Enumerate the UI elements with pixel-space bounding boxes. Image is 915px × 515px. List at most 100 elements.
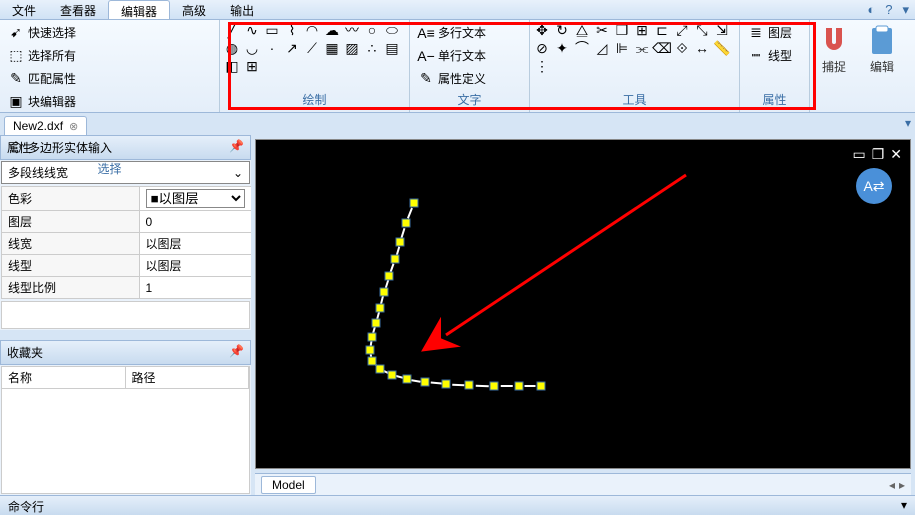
col-name[interactable]: 名称 (2, 367, 126, 388)
join-tool[interactable]: ⫘ (634, 40, 650, 56)
fillet-tool[interactable]: ⌒ (574, 40, 590, 56)
xline-tool[interactable]: ⟋ (304, 40, 320, 56)
tab-next-icon[interactable]: ▸ (899, 478, 905, 492)
circle-tool[interactable]: ○ (364, 22, 380, 38)
trim-tool[interactable]: ✂ (594, 22, 610, 38)
translate-button[interactable]: A⇄ (856, 168, 892, 204)
model-tab[interactable]: Model (261, 476, 316, 494)
line-tool[interactable]: ╱ (224, 22, 240, 38)
prop-value[interactable]: 1 (139, 277, 252, 299)
spline-tool[interactable]: ⌇ (284, 22, 300, 38)
tab-prev-icon[interactable]: ◂ (889, 478, 895, 492)
drawing-canvas[interactable]: ▭ ❐ ✕ A⇄ (255, 139, 911, 469)
menu-viewer[interactable]: 查看器 (48, 0, 108, 19)
polyline-grip[interactable] (402, 219, 411, 228)
col-path[interactable]: 路径 (126, 367, 250, 388)
divide-tool[interactable]: ⋮ (534, 58, 550, 74)
polyline-segment[interactable] (500, 385, 513, 387)
text-button[interactable]: A−单行文本 (414, 45, 490, 66)
polyline-tool[interactable]: ∿ (244, 22, 260, 38)
align-tool[interactable]: ⊫ (614, 40, 630, 56)
edit-poly-tool[interactable]: ⟐ (674, 40, 690, 56)
minimize-icon[interactable]: ▭ (852, 146, 865, 163)
menu-output[interactable]: 输出 (218, 0, 266, 19)
wipeout-tool[interactable]: ◧ (224, 58, 240, 74)
array-tool[interactable]: ⊞ (634, 22, 650, 38)
multi-point-tool[interactable]: ∴ (364, 40, 380, 56)
polyline-grip[interactable] (537, 382, 546, 391)
chamfer-tool[interactable]: ◿ (594, 40, 610, 56)
prop-value-color[interactable]: ■以图层 (139, 187, 252, 211)
boundary-tool[interactable]: ▤ (384, 40, 400, 56)
rotate-tool[interactable]: ↻ (554, 22, 570, 38)
polyline-grip[interactable] (465, 381, 474, 390)
command-line[interactable]: 命令行 ▾ (0, 495, 915, 515)
quick-select-button[interactable]: ➹快速选择 (4, 22, 116, 43)
mtext-button[interactable]: A≡多行文本 (414, 22, 490, 43)
chevron-down-icon[interactable]: ▾ (901, 498, 907, 513)
break-tool[interactable]: ⊘ (534, 40, 550, 56)
polyline-grip[interactable] (410, 199, 419, 208)
close-view-icon[interactable]: ✕ (890, 146, 902, 163)
erase-tool[interactable]: ⌫ (654, 40, 670, 56)
polyline-grip[interactable] (376, 365, 385, 374)
pin-icon[interactable]: 📌 (229, 139, 244, 156)
hatch-tool[interactable]: ▨ (344, 40, 360, 56)
polyline-grip[interactable] (366, 346, 375, 355)
prop-value[interactable]: 以图层 (139, 255, 252, 277)
polyline-grip[interactable] (515, 382, 524, 391)
linetype-button[interactable]: ┉线型 (744, 45, 796, 66)
curve-tool[interactable]: 〰 (344, 22, 360, 38)
style-icon[interactable]: ◐ (867, 2, 875, 18)
polyline-grip[interactable] (396, 238, 405, 247)
polyline-grip[interactable] (388, 371, 397, 380)
polyline-grip[interactable] (403, 375, 412, 384)
rect-tool[interactable]: ▭ (264, 22, 280, 38)
region-tool[interactable]: ▦ (324, 40, 340, 56)
arc-tool[interactable]: ◠ (304, 22, 320, 38)
polyline-segment[interactable] (525, 385, 536, 387)
offset-tool[interactable]: ⊏ (654, 22, 670, 38)
table-tool[interactable]: ⊞ (244, 58, 260, 74)
point-tool[interactable]: · (264, 40, 280, 56)
block-editor-button[interactable]: ▣块编辑器 (4, 91, 116, 112)
help-icon[interactable]: ? (885, 2, 892, 18)
pin-icon[interactable]: 📌 (229, 344, 244, 361)
lengthen-tool[interactable]: ↔ (694, 40, 710, 56)
close-tab-icon[interactable]: ⊗ (69, 120, 78, 133)
polyline-segment[interactable] (411, 379, 420, 382)
ellipse-tool[interactable]: ⬭ (384, 22, 400, 38)
polyline-segment[interactable] (430, 382, 441, 385)
select-all-button[interactable]: ⬚选择所有 (4, 45, 116, 66)
polyline-segment[interactable] (452, 383, 464, 385)
donut-tool[interactable]: ◍ (224, 40, 240, 56)
minimize-ribbon-icon[interactable]: ▾ (902, 2, 909, 18)
match-props-button[interactable]: ✎匹配属性 (4, 68, 116, 89)
polyline-grip[interactable] (391, 255, 400, 264)
prop-value[interactable]: 0 (139, 211, 252, 233)
polyline-grip[interactable] (442, 380, 451, 389)
maximize-icon[interactable]: ❐ (872, 146, 885, 163)
polygon-input-button[interactable]: ⬠多边形实体输入 (4, 137, 116, 158)
prop-value[interactable]: 以图层 (139, 233, 252, 255)
polyline-grip[interactable] (421, 378, 430, 387)
polyline-grip[interactable] (372, 319, 381, 328)
polyline-grip[interactable] (380, 288, 389, 297)
polyline-grip[interactable] (368, 333, 377, 342)
polyline-grip[interactable] (385, 272, 394, 281)
move-tool[interactable]: ✥ (534, 22, 550, 38)
snap-button[interactable]: 捕捉 (810, 20, 858, 112)
polyline-grip[interactable] (376, 304, 385, 313)
measure-tool[interactable]: 📏 (714, 40, 730, 56)
attdef-button[interactable]: ✎属性定义 (414, 68, 490, 89)
ray-tool[interactable]: ↗ (284, 40, 300, 56)
mirror-tool[interactable]: ⧋ (574, 22, 590, 38)
file-tab[interactable]: New2.dxf ⊗ (4, 116, 87, 135)
stretch-tool[interactable]: ⇲ (714, 22, 730, 38)
scale-tool[interactable]: ⤡ (694, 22, 710, 38)
explode-tool[interactable]: ✦ (554, 40, 570, 56)
cloud-tool[interactable]: ☁ (324, 22, 340, 38)
polyline-segment[interactable] (401, 227, 406, 237)
polyline-segment[interactable] (475, 384, 488, 386)
layers-button[interactable]: ≣图层 (744, 22, 796, 43)
